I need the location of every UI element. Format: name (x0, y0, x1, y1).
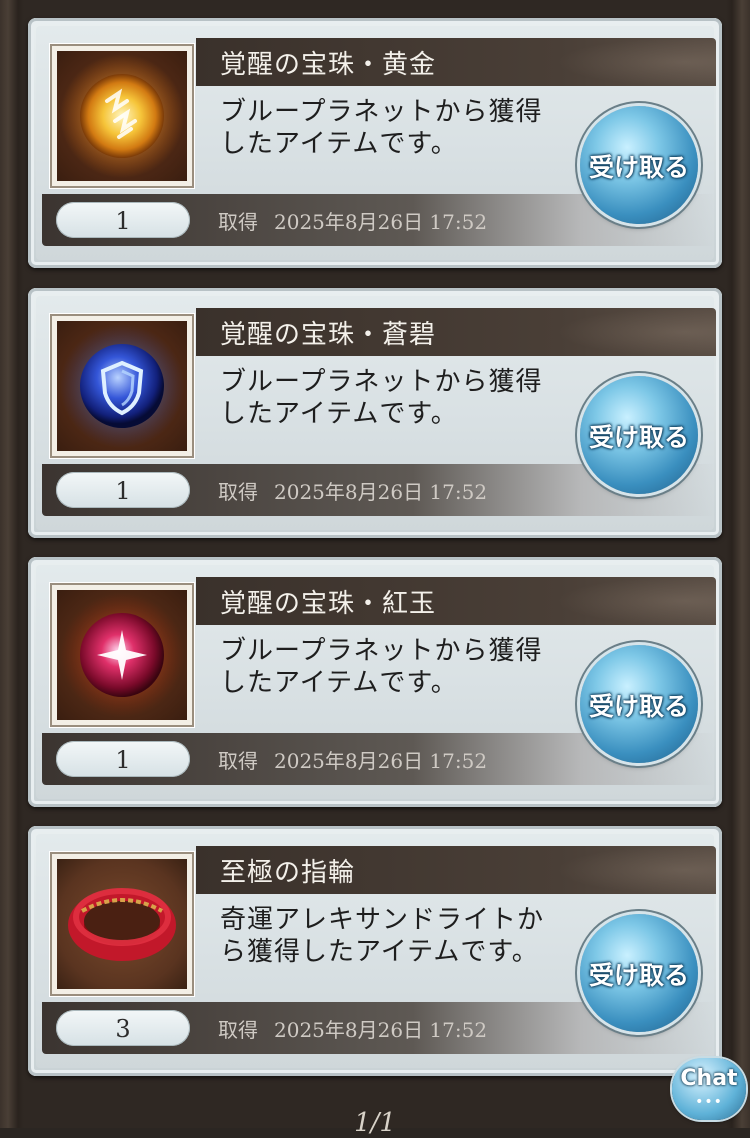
receive-button[interactable]: 受け取る (580, 645, 698, 763)
obtained-label: 取得 (218, 480, 258, 504)
chat-label: Chat (680, 1066, 738, 1091)
item-name: 至極の指輪 (220, 858, 356, 888)
receive-button-label: 受け取る (588, 961, 689, 990)
blue-orb-icon (57, 321, 187, 451)
description-line: ら獲得したアイテムです。 (220, 937, 539, 967)
obtained-time: 2025年8月26日 17:52 (274, 210, 488, 234)
chat-dots-icon: ••• (695, 1094, 723, 1110)
item-count: 1 (56, 472, 190, 508)
card-body: 覚醒の宝珠・蒼碧 ブループラネットから獲得 したアイテムです。 1 取得 202… (36, 296, 716, 530)
description-line: したアイテムです。 (220, 399, 458, 429)
description-line: したアイテムです。 (220, 129, 458, 159)
receive-button-label: 受け取る (588, 423, 689, 452)
description-line: ブループラネットから獲得 (220, 636, 543, 666)
card-body: 覚醒の宝珠・黄金 ブループラネットから獲得 したアイテムです。 1 取得 202… (36, 26, 716, 260)
card-body: 至極の指輪 奇運アレキサンドライトか ら獲得したアイテムです。 3 取得 2025… (36, 834, 716, 1068)
description-line: 奇運アレキサンドライトか (220, 905, 545, 935)
obtained-time: 2025年8月26日 17:52 (274, 480, 488, 504)
receive-button-label: 受け取る (588, 153, 689, 182)
item-title-bar: 覚醒の宝珠・黄金 (196, 38, 716, 86)
page-indicator: 1/1 (354, 1108, 396, 1138)
item-count: 1 (56, 741, 190, 777)
obtained-label: 取得 (218, 1018, 258, 1042)
item-name: 覚醒の宝珠・黄金 (220, 50, 437, 80)
item-description: 奇運アレキサンドライトか ら獲得したアイテムです。 (220, 904, 560, 968)
item-thumbnail (52, 854, 192, 994)
item-description: ブループラネットから獲得 したアイテムです。 (220, 635, 560, 699)
receive-button[interactable]: 受け取る (580, 376, 698, 494)
gift-item-card: 至極の指輪 奇運アレキサンドライトか ら獲得したアイテムです。 3 取得 2025… (28, 826, 722, 1076)
obtained-info: 取得 2025年8月26日 17:52 (218, 476, 503, 505)
item-thumbnail (52, 585, 192, 725)
gift-item-card: 覚醒の宝珠・黄金 ブループラネットから獲得 したアイテムです。 1 取得 202… (28, 18, 722, 268)
item-title-bar: 覚醒の宝珠・蒼碧 (196, 308, 716, 356)
item-name: 覚醒の宝珠・紅玉 (220, 589, 437, 619)
red-ring-icon (57, 859, 187, 989)
chat-button[interactable]: Chat ••• (672, 1058, 746, 1120)
obtained-info: 取得 2025年8月26日 17:52 (218, 745, 503, 774)
item-name: 覚醒の宝珠・蒼碧 (220, 320, 437, 350)
red-orb-icon (57, 590, 187, 720)
item-thumbnail (52, 316, 192, 456)
obtained-label: 取得 (218, 210, 258, 234)
receive-button[interactable]: 受け取る (580, 914, 698, 1032)
obtained-time: 2025年8月26日 17:52 (274, 1018, 488, 1042)
item-count: 3 (56, 1010, 190, 1046)
item-thumbnail (52, 46, 192, 186)
item-description: ブループラネットから獲得 したアイテムです。 (220, 96, 560, 160)
obtained-info: 取得 2025年8月26日 17:52 (218, 1014, 503, 1043)
description-line: ブループラネットから獲得 (220, 367, 543, 397)
description-line: ブループラネットから獲得 (220, 97, 543, 127)
item-title-bar: 至極の指輪 (196, 846, 716, 894)
item-title-bar: 覚醒の宝珠・紅玉 (196, 577, 716, 625)
card-body: 覚醒の宝珠・紅玉 ブループラネットから獲得 したアイテムです。 1 取得 202… (36, 565, 716, 799)
receive-button-label: 受け取る (588, 692, 689, 721)
gift-item-card: 覚醒の宝珠・蒼碧 ブループラネットから獲得 したアイテムです。 1 取得 202… (28, 288, 722, 538)
receive-button[interactable]: 受け取る (580, 106, 698, 224)
obtained-label: 取得 (218, 749, 258, 773)
gold-orb-icon (57, 51, 187, 181)
obtained-time: 2025年8月26日 17:52 (274, 749, 488, 773)
item-description: ブループラネットから獲得 したアイテムです。 (220, 366, 560, 430)
item-count: 1 (56, 202, 190, 238)
gift-item-card: 覚醒の宝珠・紅玉 ブループラネットから獲得 したアイテムです。 1 取得 202… (28, 557, 722, 807)
obtained-info: 取得 2025年8月26日 17:52 (218, 206, 503, 235)
description-line: したアイテムです。 (220, 668, 458, 698)
